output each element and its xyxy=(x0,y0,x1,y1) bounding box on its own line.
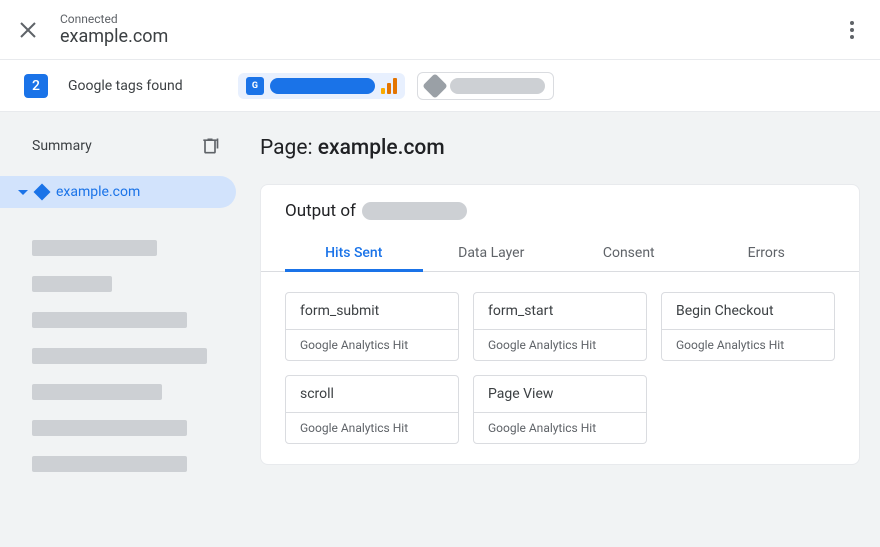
sidebar-event-item[interactable] xyxy=(32,348,207,364)
output-label: Output of xyxy=(285,201,356,221)
tab-bar: Hits SentData LayerConsentErrors xyxy=(261,235,859,272)
hit-name: Page View xyxy=(474,376,646,413)
kebab-icon xyxy=(850,21,854,39)
hit-type: Google Analytics Hit xyxy=(286,330,458,360)
tab-consent[interactable]: Consent xyxy=(560,235,698,271)
hit-name: Begin Checkout xyxy=(662,293,834,330)
sidebar-event-item[interactable] xyxy=(32,456,187,472)
output-of-row: Output of xyxy=(261,201,859,235)
sidebar-event-item[interactable] xyxy=(32,420,187,436)
clear-all-icon[interactable] xyxy=(200,136,220,156)
tags-count-badge: 2 xyxy=(24,74,48,98)
sidebar-event-item[interactable] xyxy=(32,276,112,292)
active-page-text: example.com xyxy=(56,184,140,200)
tags-found-text: Google tags found xyxy=(68,78,238,94)
output-card: Output of Hits SentData LayerConsentErro… xyxy=(260,184,860,465)
close-icon xyxy=(19,21,37,39)
output-id-placeholder xyxy=(362,202,467,220)
hit-type: Google Analytics Hit xyxy=(474,330,646,360)
tab-errors[interactable]: Errors xyxy=(698,235,836,271)
hit-card[interactable]: scrollGoogle Analytics Hit xyxy=(285,375,459,444)
tab-hits-sent[interactable]: Hits Sent xyxy=(285,235,423,271)
content-area: Page: example.com Output of Hits SentDat… xyxy=(240,112,880,547)
gtag-icon xyxy=(246,77,264,95)
sidebar-event-item[interactable] xyxy=(32,240,157,256)
header-title-block: Connected example.com xyxy=(60,12,840,47)
hit-type: Google Analytics Hit xyxy=(474,413,646,443)
main-area: Summary example.com Page: example.com Ou… xyxy=(0,112,880,547)
tag-id-placeholder xyxy=(450,78,545,94)
page-diamond-icon xyxy=(34,184,51,201)
page-name: example.com xyxy=(318,136,445,160)
hit-type: Google Analytics Hit xyxy=(286,413,458,443)
gtm-icon xyxy=(422,73,447,98)
sidebar-active-page[interactable]: example.com xyxy=(0,176,236,208)
hit-type: Google Analytics Hit xyxy=(662,330,834,360)
tab-data-layer[interactable]: Data Layer xyxy=(423,235,561,271)
connected-label: Connected xyxy=(60,12,840,26)
tag-id-placeholder xyxy=(270,78,375,94)
summary-row[interactable]: Summary xyxy=(0,124,240,168)
more-options-button[interactable] xyxy=(840,21,864,39)
hit-name: scroll xyxy=(286,376,458,413)
tags-found-bar: 2 Google tags found xyxy=(0,60,880,112)
analytics-icon xyxy=(381,78,397,94)
sidebar-event-list xyxy=(0,208,240,472)
hit-name: form_submit xyxy=(286,293,458,330)
hit-card[interactable]: form_submitGoogle Analytics Hit xyxy=(285,292,459,361)
hit-name: form_start xyxy=(474,293,646,330)
sidebar-event-item[interactable] xyxy=(32,384,162,400)
hit-card[interactable]: form_startGoogle Analytics Hit xyxy=(473,292,647,361)
sidebar-event-item[interactable] xyxy=(32,312,187,328)
tag-chip-gtag[interactable] xyxy=(238,73,405,99)
close-button[interactable] xyxy=(16,18,40,42)
domain-title: example.com xyxy=(60,26,840,47)
sidebar: Summary example.com xyxy=(0,112,240,547)
app-header: Connected example.com xyxy=(0,0,880,60)
page-title: Page: example.com xyxy=(260,136,860,160)
tag-chip-gtm[interactable] xyxy=(417,72,554,100)
summary-label: Summary xyxy=(32,138,92,154)
caret-down-icon xyxy=(18,190,28,195)
hit-card[interactable]: Begin CheckoutGoogle Analytics Hit xyxy=(661,292,835,361)
hits-grid: form_submitGoogle Analytics Hitform_star… xyxy=(261,272,859,464)
hit-card[interactable]: Page ViewGoogle Analytics Hit xyxy=(473,375,647,444)
page-label: Page: xyxy=(260,136,318,160)
